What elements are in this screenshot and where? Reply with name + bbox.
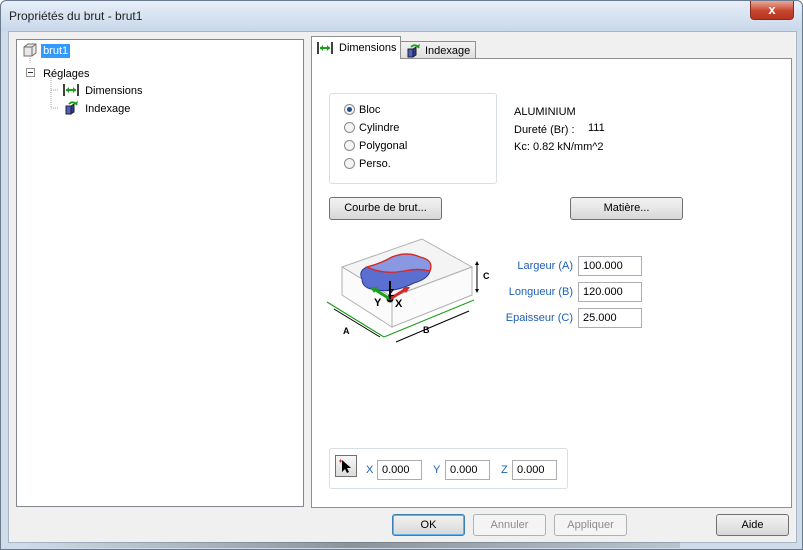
dimensions-icon [317,41,333,58]
kc-value: Kc: 0.82 kN/mm^2 [514,141,604,153]
width-field[interactable] [578,256,642,276]
thickness-field[interactable] [578,308,642,328]
tab-label: Indexage [425,45,471,57]
tree-child-label: Dimensions [85,85,143,98]
length-label: Longueur (B) [508,286,573,298]
radio-unselected-icon [344,140,355,151]
stock-diagram: A B C Y X Z [322,227,497,352]
tree-item-indexage[interactable]: Indexage [63,101,130,118]
radio-cylindre[interactable]: Cylindre [344,122,399,134]
radio-bloc[interactable]: Bloc [344,104,380,116]
cancel-button[interactable]: Annuler [473,514,546,536]
origin-y-field[interactable] [445,460,490,480]
dialog-window: Propriétés du brut - brut1 x brut1 Régla… [0,0,803,550]
taskbar-shadow [20,542,680,548]
origin-x-field[interactable] [377,460,422,480]
tree-child-label: Indexage [85,103,131,116]
diagram-axis-y: Y [374,297,382,309]
window-title: Propriétés du brut - brut1 [9,9,143,23]
help-button[interactable]: Aide [716,514,789,536]
dimensions-panel: Bloc Cylindre Polygonal Perso. ALUMINIUM… [311,58,792,508]
close-button[interactable]: x [750,1,794,20]
apply-button[interactable]: Appliquer [554,514,627,536]
origin-y-label: Y [433,464,441,476]
tree-group-label: Réglages [43,68,90,80]
radio-unselected-icon [344,122,355,133]
diagram-label-a: A [343,326,350,336]
tab-dimensions[interactable]: Dimensions [311,36,401,59]
origin-z-label: Z [501,464,508,476]
material-name: ALUMINIUM [514,106,576,118]
radio-perso[interactable]: Perso. [344,158,391,170]
hardness-label: Dureté (Br) : [514,124,575,136]
thickness-label: Epaisseur (C) [505,312,573,324]
radio-selected-icon [344,104,355,115]
hardness-value: 111 [588,122,605,134]
origin-z-field[interactable] [512,460,557,480]
dimensions-icon [63,83,79,100]
cursor-pick-icon [338,458,354,477]
radio-label: Bloc [359,104,381,116]
pick-origin-button[interactable] [335,455,357,477]
diagram-axis-x: X [395,298,403,310]
width-label: Largeur (A) [517,260,573,272]
origin-x-label: X [366,464,374,476]
close-icon: x [768,2,776,17]
radio-label: Perso. [359,158,391,170]
title-bar[interactable]: Propriétés du brut - brut1 x [1,1,802,31]
diagram-label-c: C [483,271,490,281]
radio-label: Cylindre [359,122,400,134]
dialog-client: brut1 Réglages Dimensions Indexage Dimen… [8,31,797,543]
radio-polygonal[interactable]: Polygonal [344,140,407,152]
collapse-icon[interactable] [26,68,35,80]
radio-unselected-icon [344,158,355,169]
tab-label: Dimensions [339,42,397,54]
indexage-icon [63,101,79,118]
diagram-label-b: B [423,325,430,335]
diagram-axis-z: Z [388,288,394,299]
length-field[interactable] [578,282,642,302]
settings-tree: brut1 Réglages Dimensions Indexage [16,39,304,507]
stock-curve-button[interactable]: Courbe de brut... [329,197,442,220]
material-button[interactable]: Matière... [570,197,683,220]
radio-label: Polygonal [359,140,408,152]
ok-button[interactable]: OK [392,514,465,536]
tree-item-reglages[interactable]: Réglages [26,68,90,80]
tree-item-dimensions[interactable]: Dimensions [63,83,143,100]
